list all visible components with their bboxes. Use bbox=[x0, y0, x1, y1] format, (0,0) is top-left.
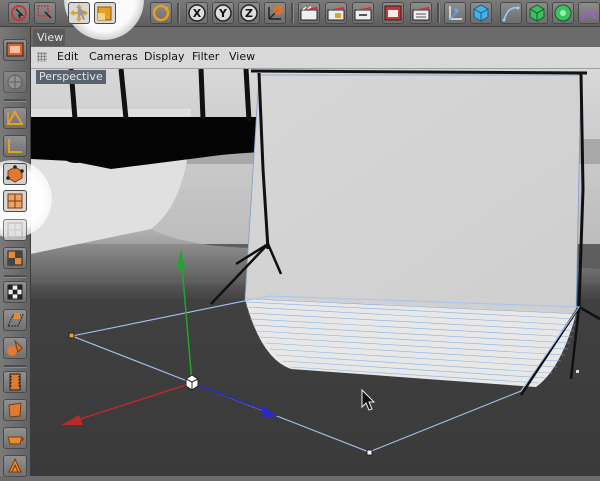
rotate-icon[interactable] bbox=[150, 2, 172, 24]
viewport-camera-label: Perspective bbox=[36, 70, 106, 84]
view-panel-tab[interactable]: View bbox=[33, 29, 65, 46]
y-axis-label: Y bbox=[218, 7, 228, 20]
polygon-object-button-highlighted[interactable] bbox=[3, 163, 27, 185]
menubar-grip-icon[interactable] bbox=[37, 52, 47, 62]
viewport-menubar: Edit Cameras Display Filter View bbox=[31, 47, 600, 69]
x-axis-lock-icon[interactable]: X bbox=[186, 2, 208, 24]
array-icon[interactable] bbox=[552, 2, 574, 24]
deformer-icon[interactable] bbox=[578, 2, 600, 24]
object-mode-icon[interactable] bbox=[3, 107, 27, 129]
render-settings-icon[interactable] bbox=[352, 2, 374, 24]
points-mode-button-highlighted[interactable] bbox=[3, 190, 27, 212]
menu-edit[interactable]: Edit bbox=[57, 50, 78, 63]
paint-icon[interactable] bbox=[3, 427, 27, 449]
edges-mode-button-highlighted[interactable] bbox=[3, 219, 27, 241]
cube-icon[interactable] bbox=[470, 2, 492, 24]
mode-sidebar bbox=[0, 27, 31, 477]
null-object-icon[interactable] bbox=[444, 2, 466, 24]
x-axis-label: X bbox=[193, 7, 202, 20]
rectangle-selection-icon[interactable] bbox=[34, 2, 56, 24]
bucket-icon[interactable] bbox=[3, 455, 27, 477]
render-picture-viewer-icon[interactable] bbox=[325, 2, 347, 24]
y-axis-lock-icon[interactable]: Y bbox=[212, 2, 234, 24]
view-panel-tab-label: View bbox=[37, 31, 64, 44]
menu-view[interactable]: View bbox=[229, 50, 255, 63]
edit-render-settings-icon[interactable] bbox=[382, 2, 404, 24]
workplane-icon[interactable] bbox=[3, 309, 27, 331]
model-mode-icon[interactable] bbox=[3, 71, 27, 93]
menu-filter[interactable]: Filter bbox=[192, 50, 219, 63]
sculpt-icon[interactable] bbox=[3, 399, 27, 421]
menu-cameras[interactable]: Cameras bbox=[89, 50, 138, 63]
pen-spline-icon[interactable] bbox=[500, 2, 522, 24]
render-queue-icon[interactable] bbox=[410, 2, 432, 24]
axis-mode-icon[interactable] bbox=[3, 135, 27, 157]
subdivision-surface-icon[interactable] bbox=[526, 2, 548, 24]
perspective-viewport[interactable] bbox=[31, 69, 600, 476]
snap-icon[interactable] bbox=[3, 337, 27, 359]
scale-tool-button-highlighted[interactable] bbox=[94, 2, 116, 24]
uv-mode-icon[interactable] bbox=[3, 247, 27, 269]
z-axis-label: Z bbox=[245, 7, 253, 20]
make-editable-icon[interactable] bbox=[3, 39, 27, 61]
live-selection-icon[interactable] bbox=[8, 2, 30, 24]
viewport-scene bbox=[31, 69, 600, 476]
selection-arrow-icon[interactable] bbox=[74, 2, 92, 24]
texture-mode-icon[interactable] bbox=[3, 281, 27, 303]
render-view-icon[interactable] bbox=[298, 2, 320, 24]
menu-display[interactable]: Display bbox=[144, 50, 185, 63]
z-axis-lock-icon[interactable]: Z bbox=[238, 2, 260, 24]
animation-mode-icon[interactable] bbox=[3, 371, 27, 393]
world-coordinates-icon[interactable] bbox=[264, 2, 286, 24]
